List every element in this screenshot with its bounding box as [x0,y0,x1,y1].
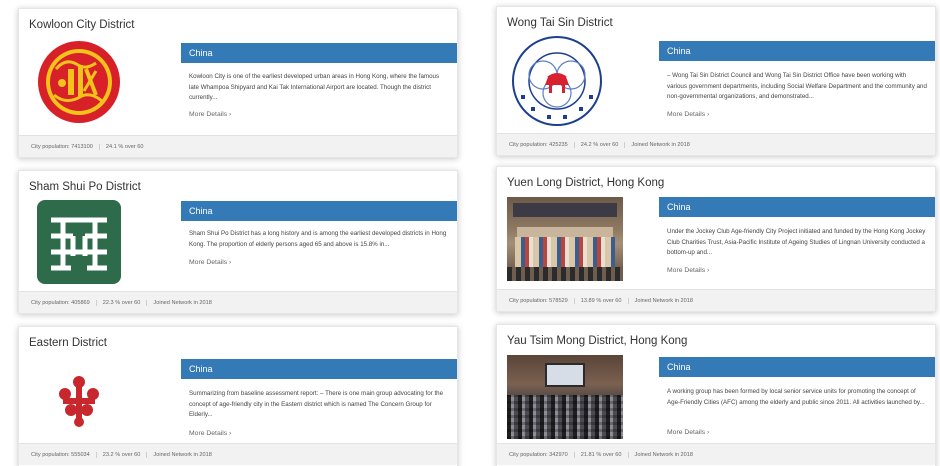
joined-network-stat: Joined Network in 2018 [153,299,212,306]
population-stat: City population: 342970 [509,451,575,458]
population-stat: City population: 578529 [509,297,575,304]
card-footer: City population: 405869 22.3 % over 60 J… [19,291,457,313]
over-60-stat: 22.3 % over 60 [97,299,148,306]
card-description: Sham Shui Po District has a long history… [189,230,447,248]
region-badge: China [659,357,935,377]
card-title[interactable]: Yau Tsim Mong District, Hong Kong [507,335,687,347]
card-description: – Wong Tai Sin District Council and Wong… [667,72,927,100]
more-details-link[interactable]: More Details › [667,267,709,274]
population-stat: City population: 405869 [31,299,97,306]
sham-shui-po-logo-icon [31,199,127,285]
region-badge: China [659,197,935,217]
kowloon-city-seal-icon [31,39,127,125]
card-description: Under the Jockey Club Age-friendly City … [667,228,926,256]
joined-network-stat: Joined Network in 2018 [153,451,212,458]
card-description: Summarizing from baseline assessment rep… [189,390,444,418]
card-title[interactable]: Sham Shui Po District [29,181,141,193]
region-badge: China [181,43,457,63]
joined-network-stat: Joined Network in 2018 [634,451,693,458]
card-title[interactable]: Kowloon City District [29,19,134,31]
card-description: A working group has been formed by local… [667,388,925,406]
over-60-stat: 23.2 % over 60 [97,451,148,458]
over-60-stat: 24.1 % over 60 [105,143,144,150]
eastern-district-logo-icon [31,357,127,443]
over-60-stat: 24.2 % over 60 [575,141,626,148]
city-card[interactable]: Eastern District China Summarizing from … [18,326,458,466]
city-card[interactable]: Yau Tsim Mong District, Hong Kong China … [496,324,936,466]
group-photo-image [507,197,623,281]
card-footer: City population: 578529 13.89 % over 60 … [497,289,935,311]
population-stat: City population: 7413100 [31,143,100,150]
card-title[interactable]: Eastern District [29,337,107,349]
joined-network-stat: Joined Network in 2018 [634,297,693,304]
joined-network-stat: Joined Network in 2018 [631,141,690,148]
population-stat: City population: 555034 [31,451,97,458]
card-footer: City population: 555034 23.2 % over 60 J… [19,443,457,465]
card-footer: City population: 7413100 24.1 % over 60 [19,135,457,157]
more-details-link[interactable]: More Details › [667,111,709,118]
city-card[interactable]: Wong Tai Sin District China – Wong Tai S… [496,6,936,156]
more-details-link[interactable]: More Details › [189,430,231,437]
city-card[interactable]: Yuen Long District, Hong Kong China Unde… [496,166,936,312]
region-badge: China [181,201,457,221]
region-badge: China [181,359,457,379]
more-details-link[interactable]: More Details › [667,429,709,436]
card-title[interactable]: Wong Tai Sin District [507,17,613,29]
over-60-stat: 13.89 % over 60 [575,297,629,304]
more-details-link[interactable]: More Details › [189,259,231,266]
card-footer: City population: 425235 24.2 % over 60 J… [497,133,935,155]
city-card[interactable]: Kowloon City District China Kowloon City… [18,8,458,158]
auditorium-photo-image [507,355,623,439]
population-stat: City population: 425235 [509,141,575,148]
more-details-link[interactable]: More Details › [189,111,231,118]
over-60-stat: 21.81 % over 60 [575,451,629,458]
card-description: Kowloon City is one of the earliest deve… [189,73,440,101]
card-footer: City population: 342970 21.81 % over 60 … [497,443,935,465]
city-card[interactable]: Sham Shui Po District China Sham Shui Po… [18,170,458,314]
wong-tai-sin-council-seal-icon [509,33,605,129]
region-badge: China [659,41,935,61]
card-title[interactable]: Yuen Long District, Hong Kong [507,177,664,189]
